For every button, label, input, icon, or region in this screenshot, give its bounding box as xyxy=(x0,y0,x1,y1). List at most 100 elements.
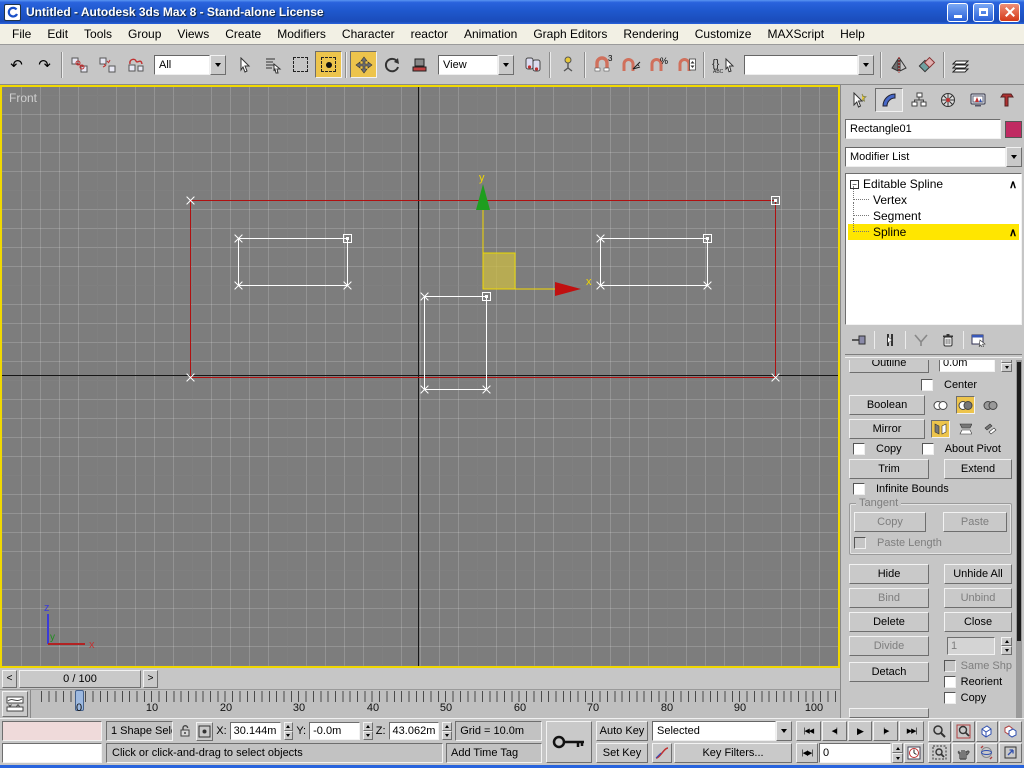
snap-toggle-button[interactable]: 3 xyxy=(589,51,616,78)
bind-button[interactable]: Bind xyxy=(849,588,929,608)
center-checkbox[interactable] xyxy=(921,379,933,391)
tab-motion[interactable] xyxy=(934,88,963,112)
menu-modifiers[interactable]: Modifiers xyxy=(269,25,334,43)
scrollbar-thumb[interactable] xyxy=(1017,362,1021,642)
reference-coordinate-system-dropdown[interactable]: View xyxy=(438,54,514,75)
mirror-horizontal-button[interactable] xyxy=(931,420,950,438)
clipped-button[interactable] xyxy=(849,708,929,718)
divide-spinner[interactable] xyxy=(1001,637,1012,655)
undo-button[interactable]: ↶ xyxy=(3,51,30,78)
maxscript-mini-listener[interactable] xyxy=(2,721,102,763)
detach-button[interactable]: Detach xyxy=(849,662,929,682)
vertex-marker[interactable] xyxy=(233,233,244,244)
zoom-extents-all-button[interactable] xyxy=(999,721,1022,742)
dropdown-arrow-icon[interactable] xyxy=(498,54,514,75)
track-bar-ruler[interactable]: 0 10 20 30 40 50 60 70 80 90 100 xyxy=(30,690,840,718)
remove-modifier-button[interactable] xyxy=(936,330,960,350)
object-color-swatch[interactable] xyxy=(1005,120,1022,138)
go-to-start-button[interactable]: |◀◀ xyxy=(796,721,821,741)
hide-button[interactable]: Hide xyxy=(849,564,929,584)
minimize-button[interactable] xyxy=(947,2,968,22)
unhide-all-button[interactable]: Unhide All xyxy=(944,564,1012,584)
vertex-marker[interactable] xyxy=(770,372,781,383)
mirror-button-rollout[interactable]: Mirror xyxy=(849,419,925,439)
transform-gizmo[interactable]: y x xyxy=(397,172,602,302)
boolean-intersect-button[interactable] xyxy=(981,396,1000,414)
gizmo-x-arrowhead[interactable] xyxy=(555,282,581,296)
mirror-vertical-button[interactable] xyxy=(956,420,975,438)
menu-character[interactable]: Character xyxy=(334,25,403,43)
pin-stack-button[interactable] xyxy=(847,330,871,350)
window-crossing-toggle-button[interactable] xyxy=(315,51,342,78)
menu-file[interactable]: File xyxy=(4,25,39,43)
dropdown-arrow-icon[interactable] xyxy=(858,54,874,75)
spline-rectangle-center[interactable] xyxy=(424,296,487,390)
spline-rectangle-left[interactable] xyxy=(238,238,348,286)
selection-lock-toggle[interactable] xyxy=(176,722,193,741)
dropdown-arrow-icon[interactable] xyxy=(210,54,226,75)
unlink-selection-button[interactable] xyxy=(94,51,121,78)
divide-button[interactable]: Divide xyxy=(849,636,929,656)
time-slider-handle[interactable]: 0 / 100 xyxy=(19,669,141,688)
detach-copy-checkbox[interactable] xyxy=(943,692,956,704)
divide-value-field[interactable]: 1 xyxy=(947,637,995,655)
named-selection-sets-button[interactable]: {} ABC xyxy=(708,51,740,78)
viewport-front[interactable]: Front y x z x y xyxy=(0,85,840,668)
z-coord-spinner[interactable] xyxy=(442,722,453,740)
object-name-field[interactable]: Rectangle01 xyxy=(845,119,1001,139)
stack-item-segment[interactable]: Segment xyxy=(848,202,1019,224)
frame-spinner[interactable] xyxy=(892,743,903,763)
z-coord-field[interactable]: 43.062m xyxy=(388,722,440,740)
y-coord-field[interactable]: -0.0m xyxy=(309,722,360,740)
first-vertex-marker[interactable] xyxy=(343,234,352,243)
zoom-extents-button[interactable] xyxy=(975,721,999,742)
menu-views[interactable]: Views xyxy=(169,25,217,43)
select-object-button[interactable] xyxy=(231,51,258,78)
vertex-marker[interactable] xyxy=(481,384,492,395)
vertex-marker[interactable] xyxy=(419,384,430,395)
zoom-region-button[interactable] xyxy=(928,742,951,763)
close-button[interactable] xyxy=(999,2,1020,22)
tangent-paste-button[interactable]: Paste xyxy=(943,512,1007,532)
about-pivot-checkbox[interactable] xyxy=(921,443,934,455)
auto-key-button[interactable]: Auto Key xyxy=(596,721,648,741)
vertex-marker[interactable] xyxy=(233,280,244,291)
key-mode-toggle-button[interactable]: |◀▶| xyxy=(796,743,818,763)
rollout-scrollbar[interactable] xyxy=(1016,360,1022,718)
time-slider-next-button[interactable]: > xyxy=(143,669,158,688)
boolean-union-button[interactable] xyxy=(931,396,950,414)
first-vertex-marker[interactable] xyxy=(703,234,712,243)
spinner-snap-toggle-button[interactable] xyxy=(673,51,700,78)
gizmo-xy-plane-handle[interactable] xyxy=(482,252,516,290)
spline-rectangle-right[interactable] xyxy=(600,238,708,286)
zoom-button[interactable] xyxy=(928,721,951,742)
percent-snap-toggle-button[interactable]: % xyxy=(645,51,672,78)
menu-rendering[interactable]: Rendering xyxy=(615,25,686,43)
open-mini-curve-editor-button[interactable] xyxy=(2,691,28,717)
same-shp-checkbox[interactable] xyxy=(943,660,956,672)
previous-frame-button[interactable]: ◀| xyxy=(821,721,847,741)
redo-button[interactable]: ↷ xyxy=(31,51,58,78)
mirror-copy-checkbox[interactable] xyxy=(853,443,865,455)
mirror-both-button[interactable] xyxy=(981,420,1000,438)
gizmo-y-arrowhead[interactable] xyxy=(476,184,490,210)
configure-modifier-sets-button[interactable] xyxy=(967,330,991,350)
tangent-copy-button[interactable]: Copy xyxy=(854,512,926,532)
menu-create[interactable]: Create xyxy=(217,25,269,43)
select-and-link-button[interactable] xyxy=(66,51,93,78)
play-button[interactable]: ▶ xyxy=(847,721,873,741)
use-pivot-point-center-button[interactable] xyxy=(519,51,546,78)
absolute-offset-mode-toggle[interactable] xyxy=(196,721,214,741)
select-and-scale-button[interactable] xyxy=(406,51,433,78)
next-frame-button[interactable]: |▶ xyxy=(873,721,899,741)
make-unique-button[interactable] xyxy=(909,330,933,350)
stack-item-editable-spline[interactable]: − Editable Spline ∧ xyxy=(848,176,1019,192)
dropdown-arrow-icon[interactable] xyxy=(1006,147,1022,167)
vertex-marker[interactable] xyxy=(185,195,196,206)
trim-button[interactable]: Trim xyxy=(849,459,929,479)
vertex-marker[interactable] xyxy=(342,280,353,291)
pan-button[interactable] xyxy=(951,742,975,763)
unbind-button[interactable]: Unbind xyxy=(944,588,1012,608)
boolean-button[interactable]: Boolean xyxy=(849,395,925,415)
menu-graph-editors[interactable]: Graph Editors xyxy=(525,25,615,43)
